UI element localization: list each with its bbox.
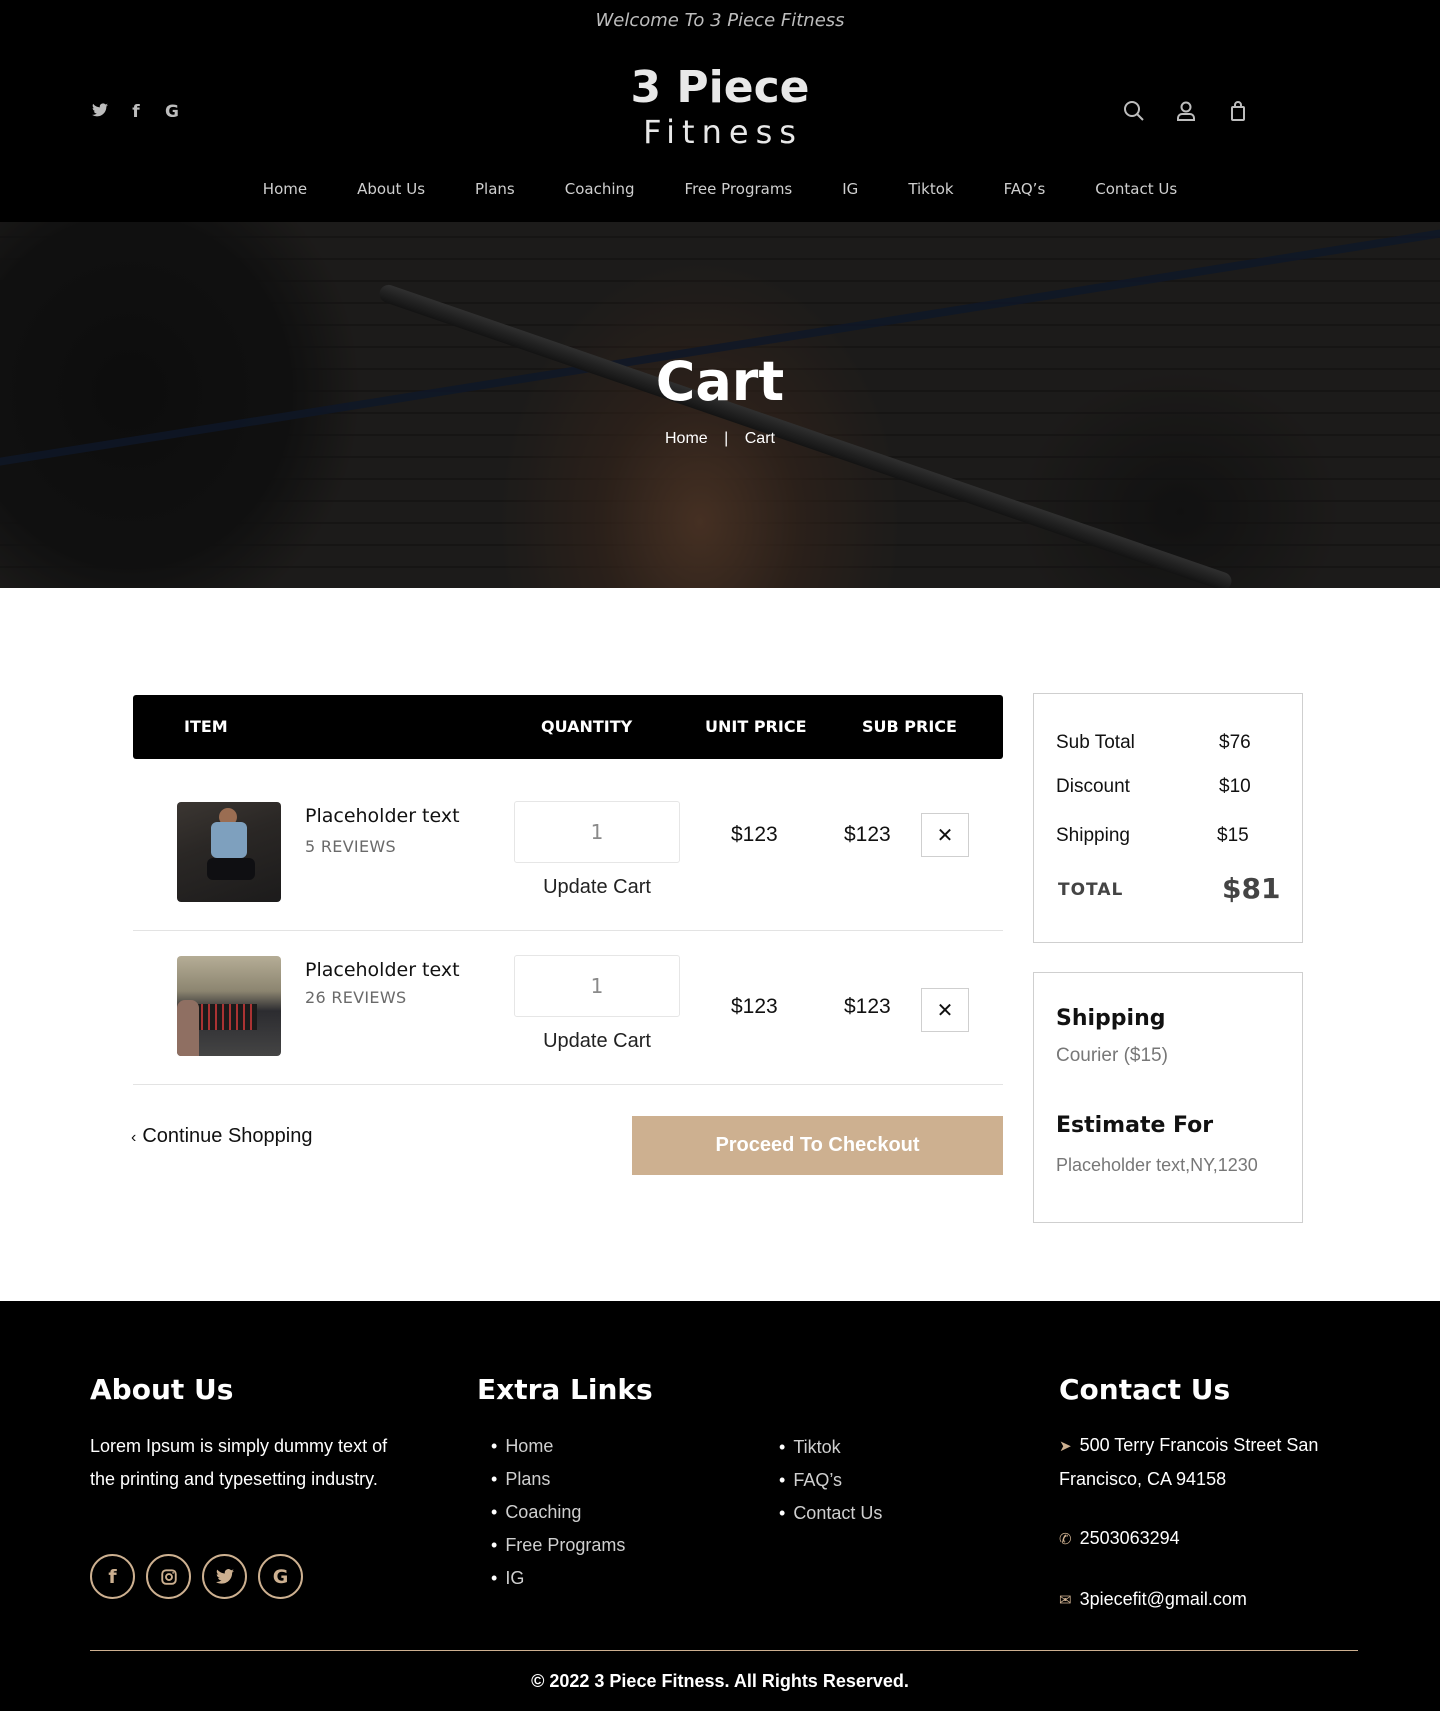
total-label: TOTAL (1058, 880, 1124, 900)
discount-value: $10 (1219, 776, 1251, 797)
shipping-row: Shipping $15 (1056, 825, 1276, 847)
address-line1: 500 Terry Francois Street San (1079, 1435, 1319, 1455)
sub-price: $123 (844, 823, 891, 846)
remove-item-button[interactable]: ✕ (921, 813, 969, 857)
unit-price: $123 (731, 995, 778, 1018)
column-item: ITEM (184, 717, 228, 736)
update-cart-button[interactable]: Update Cart (514, 1030, 680, 1053)
proceed-to-checkout-button[interactable]: Proceed To Checkout (632, 1116, 1003, 1175)
subtotal-label: Sub Total (1056, 732, 1135, 753)
column-unit-price: UNIT PRICE (705, 717, 807, 736)
footer-links-col2: Tiktok FAQ’s Contact Us (779, 1431, 882, 1530)
product-image[interactable] (177, 956, 281, 1056)
continue-shopping-label: Continue Shopping (142, 1125, 313, 1147)
footer-link-home[interactable]: Home (491, 1430, 625, 1463)
footer-social-links: f G (90, 1554, 303, 1599)
estimate-heading: Estimate For (1056, 1113, 1214, 1138)
nav-plans[interactable]: Plans (475, 180, 515, 198)
chevron-left-icon: ‹ (131, 1129, 137, 1146)
discount-label: Discount (1056, 776, 1130, 797)
footer-contact-heading: Contact Us (1059, 1373, 1231, 1406)
estimate-value: Placeholder text,NY,1230 (1056, 1155, 1258, 1175)
nav-contact-us[interactable]: Contact Us (1095, 180, 1177, 198)
footer-link-tiktok[interactable]: Tiktok (779, 1431, 882, 1464)
nav-faqs[interactable]: FAQ’s (1004, 180, 1046, 198)
copyright: © 2022 3 Piece Fitness. All Rights Reser… (531, 1671, 909, 1691)
contact-address: ➤ 500 Terry Francois Street San Francisco… (1059, 1429, 1318, 1496)
site-footer: About Us Lorem Ipsum is simply dummy tex… (0, 1301, 1440, 1711)
product-reviews: 5 REVIEWS (305, 837, 396, 856)
main-nav: Home About Us Plans Coaching Free Progra… (0, 180, 1440, 198)
footer-link-plans[interactable]: Plans (491, 1463, 625, 1496)
envelope-open-icon: ✉ (1059, 1592, 1072, 1609)
column-sub-price: SUB PRICE (862, 717, 957, 736)
quantity-input[interactable]: 1 (514, 801, 680, 863)
footer-divider (90, 1650, 1358, 1651)
facebook-icon[interactable]: f (90, 1554, 135, 1599)
site-header: Welcome To 3 Piece Fitness f G 3 Piece F… (0, 0, 1440, 222)
subtotal-value: $76 (1219, 732, 1251, 753)
email-address: 3piecefit@gmail.com (1079, 1589, 1247, 1609)
cart-table-header: ITEM QUANTITY UNIT PRICE SUB PRICE (133, 695, 1003, 759)
nav-tiktok[interactable]: Tiktok (908, 180, 953, 198)
footer-link-contact-us[interactable]: Contact Us (779, 1497, 882, 1530)
footer-about-heading: About Us (90, 1373, 234, 1406)
shipping-value: $15 (1217, 825, 1249, 846)
header-utility-icons (1122, 99, 1250, 123)
footer-link-faqs[interactable]: FAQ’s (779, 1464, 882, 1497)
footer-links-col1: Home Plans Coaching Free Programs IG (491, 1430, 625, 1595)
breadcrumb-separator: | (724, 430, 729, 447)
order-summary: Sub Total $76 Discount $10 Shipping $15 … (1033, 693, 1303, 943)
instagram-icon[interactable] (146, 1554, 191, 1599)
footer-link-free-programs[interactable]: Free Programs (491, 1529, 625, 1562)
product-reviews: 26 REVIEWS (305, 988, 407, 1007)
user-icon[interactable] (1174, 99, 1198, 123)
nav-coaching[interactable]: Coaching (565, 180, 635, 198)
total-value: $81 (1222, 872, 1281, 905)
remove-item-button[interactable]: ✕ (921, 988, 969, 1032)
breadcrumb-current: Cart (744, 430, 775, 447)
product-name[interactable]: Placeholder text (305, 959, 460, 981)
total-row: TOTAL $81 (1056, 872, 1280, 905)
shopping-bag-icon[interactable] (1226, 99, 1250, 123)
cart-row: Placeholder text 26 REVIEWS 1 Update Car… (133, 931, 1003, 1085)
quantity-input[interactable]: 1 (514, 955, 680, 1017)
breadcrumb: Home | Cart (0, 430, 1440, 448)
discount-row: Discount $10 (1056, 776, 1276, 798)
unit-price: $123 (731, 823, 778, 846)
phone-icon: ✆ (1059, 1531, 1072, 1548)
footer-link-ig[interactable]: IG (491, 1562, 625, 1595)
footer-link-coaching[interactable]: Coaching (491, 1496, 625, 1529)
product-name[interactable]: Placeholder text (305, 805, 460, 827)
twitter-icon[interactable] (202, 1554, 247, 1599)
shipping-estimate: Shipping Courier ($15) Estimate For Plac… (1033, 972, 1303, 1223)
shipping-method: Courier ($15) (1056, 1045, 1168, 1066)
update-cart-button[interactable]: Update Cart (514, 876, 680, 899)
product-image[interactable] (177, 802, 281, 902)
continue-shopping-link[interactable]: ‹ Continue Shopping (131, 1125, 312, 1148)
contact-phone[interactable]: ✆ 2503063294 (1059, 1522, 1180, 1556)
google-icon[interactable]: G (258, 1554, 303, 1599)
contact-email[interactable]: ✉ 3piecefit@gmail.com (1059, 1583, 1247, 1617)
location-arrow-icon: ➤ (1059, 1438, 1072, 1455)
address-line2: Francisco, CA 94158 (1059, 1469, 1227, 1489)
nav-free-programs[interactable]: Free Programs (685, 180, 793, 198)
breadcrumb-home[interactable]: Home (665, 430, 708, 447)
footer-links-heading: Extra Links (477, 1373, 653, 1406)
nav-about-us[interactable]: About Us (357, 180, 425, 198)
cart-row: Placeholder text 5 REVIEWS 1 Update Cart… (133, 777, 1003, 931)
subtotal-row: Sub Total $76 (1056, 732, 1276, 754)
nav-home[interactable]: Home (263, 180, 307, 198)
column-quantity: QUANTITY (541, 717, 633, 736)
shipping-label: Shipping (1056, 825, 1130, 846)
search-icon[interactable] (1122, 99, 1146, 123)
shipping-heading: Shipping (1056, 1006, 1166, 1031)
sub-price: $123 (844, 995, 891, 1018)
hero-banner: Cart Home | Cart (0, 222, 1440, 588)
welcome-text: Welcome To 3 Piece Fitness (595, 10, 845, 31)
page-title: Cart (655, 350, 785, 413)
nav-ig[interactable]: IG (842, 180, 858, 198)
footer-about-text: Lorem Ipsum is simply dummy text of the … (90, 1436, 388, 1489)
phone-number: 2503063294 (1079, 1528, 1180, 1548)
